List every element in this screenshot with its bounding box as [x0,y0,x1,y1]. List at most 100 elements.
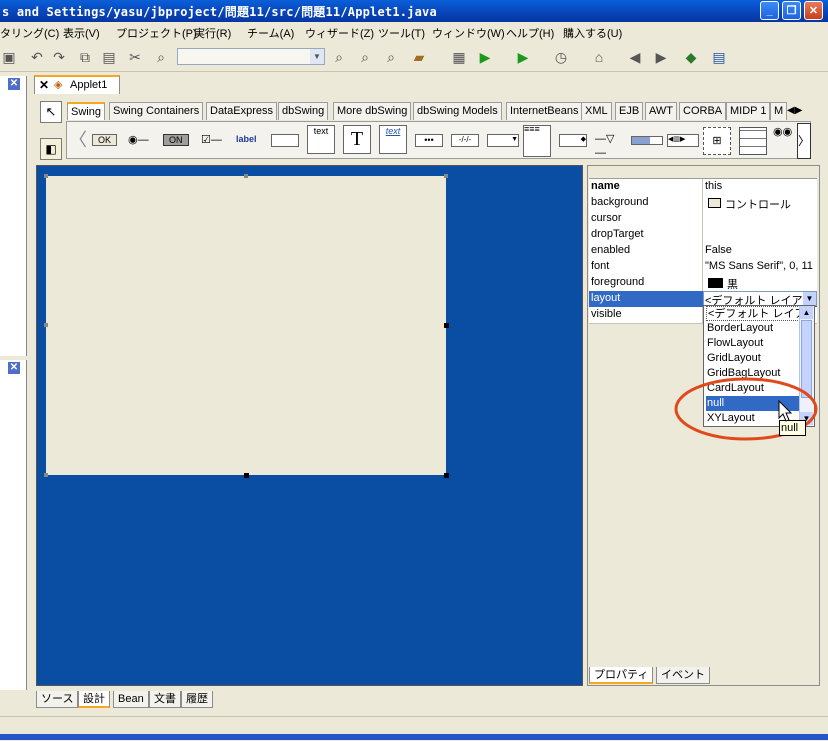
jcheckbox-icon[interactable]: ☑— [201,133,222,146]
search-prev-icon[interactable]: ⌕ [356,48,374,66]
jformattedtextfield-icon[interactable]: -/-/- [451,134,479,147]
resize-handle[interactable] [44,473,48,477]
resize-handle[interactable] [44,323,48,327]
jspinner-icon[interactable]: ◆ [559,134,587,147]
search-next-icon[interactable]: ⌕ [330,48,348,66]
tab-bean[interactable]: Bean [113,691,149,708]
jradio-group-icon[interactable]: ◉◉ [773,126,793,154]
tab-xml[interactable]: XML [581,102,612,120]
jtree-icon[interactable]: ⊞ [703,127,731,155]
jtable-icon[interactable] [739,127,767,155]
resize-handle[interactable] [444,174,448,178]
undo-icon[interactable]: ↶ [28,48,46,66]
menu-run[interactable]: 実行(R) [194,25,231,41]
tab-doc[interactable]: 文書 [149,691,181,708]
search-combo[interactable]: ▼ [177,48,325,65]
prop-value[interactable]: "MS Sans Serif", 0, 11 [705,260,813,272]
jtextpane-icon[interactable]: T [343,125,371,154]
redo-icon[interactable]: ↷ [50,48,68,66]
menu-window[interactable]: ウィンドウ(W) [432,25,505,41]
tab-source[interactable]: ソース [36,691,79,708]
prop-row-font[interactable]: font "MS Sans Serif", 0, 11 [589,259,817,276]
tab-corba[interactable]: CORBA [679,102,727,120]
menu-refactor[interactable]: タリング(C) [0,25,59,41]
resize-handle[interactable] [244,473,249,478]
prop-row-enabled[interactable]: enabled False [589,243,817,260]
menu-tools[interactable]: ツール(T) [378,25,425,41]
bean-chooser-icon[interactable]: ◧ [40,138,62,160]
dropdown-item-borderlayout[interactable]: BorderLayout [706,321,801,336]
jprogressbar-icon[interactable] [631,136,663,145]
dropdown-item-flowlayout[interactable]: FlowLayout [706,336,801,351]
restore-icon[interactable]: ❐ [782,1,801,20]
open-folder-icon[interactable]: ▰ [410,48,428,66]
jslider-icon[interactable]: —▽— [595,132,625,159]
tab-internetbeans[interactable]: InternetBeans [506,102,583,120]
close-icon[interactable]: ✕ [804,1,823,20]
menu-buy[interactable]: 購入する(U) [563,25,622,41]
make-icon[interactable]: ▦ [450,48,468,66]
resize-handle[interactable] [444,473,449,478]
tab-design[interactable]: 設計 [78,691,110,708]
jtogglebutton-icon[interactable]: ON [163,134,189,146]
menu-project[interactable]: プロジェクト(P) [116,25,197,41]
resize-handle[interactable] [444,323,449,328]
jeditorpane-icon[interactable]: text [379,125,407,154]
tab-dbswing[interactable]: dbSwing [278,102,329,120]
tab-history[interactable]: 履歴 [181,691,213,708]
palette-scroll-left-icon[interactable]: 〈 [69,125,87,155]
jlist-icon[interactable]: ≡≡≡ [523,125,551,157]
tab-swing-containers[interactable]: Swing Containers [109,102,204,120]
close-icon[interactable]: ✕ [8,78,20,90]
prop-row-background[interactable]: background コントロール [589,195,817,212]
tab-ejb[interactable]: EJB [615,102,644,120]
chevron-down-icon[interactable]: ▼ [310,49,324,64]
close-icon[interactable]: ✕ [8,362,20,374]
jtextfield-icon[interactable] [271,134,299,147]
applet-panel[interactable] [46,176,446,475]
palette-scroll-right-icon[interactable]: 〉 [797,123,811,159]
jscrollbar-icon[interactable]: ◀▥▶ [667,134,699,147]
jlabel-icon[interactable]: label [236,134,257,144]
tab-events[interactable]: イベント [656,667,710,684]
jradiobutton-icon[interactable]: ◉— [128,133,149,146]
tab-more-dbswing[interactable]: More dbSwing [333,102,412,120]
prop-row-foreground[interactable]: foreground 黒 [589,275,817,292]
tab-more[interactable]: M [770,102,788,120]
resize-handle[interactable] [44,174,48,178]
prop-value[interactable]: this [705,180,722,192]
copy-icon[interactable]: ⧉ [76,48,94,66]
scroll-up-icon[interactable]: ▲ [800,306,813,319]
search-symbol-icon[interactable]: ⌕ [382,48,400,66]
menu-wizard[interactable]: ウィザード(Z) [305,25,374,41]
tab-scroll-arrows-icon[interactable]: ◀▶ [787,104,809,118]
window-list-icon[interactable]: ▤ [710,48,728,66]
prop-row-cursor[interactable]: cursor [589,211,817,228]
minimize-icon[interactable]: _ [760,1,779,20]
find-icon[interactable]: ⌕ [152,48,170,66]
menu-view[interactable]: 表示(V) [63,25,100,41]
pointer-tool-icon[interactable]: ↖ [40,101,62,123]
jtextarea-icon[interactable]: text [307,125,335,154]
tab-midp1[interactable]: MIDP 1 [726,102,771,120]
close-icon[interactable]: ✕ [39,78,49,92]
paste-icon[interactable]: ▤ [100,48,118,66]
jpasswordfield-icon[interactable]: ••• [415,134,443,147]
home-icon[interactable]: ⌂ [590,48,608,66]
tab-swing[interactable]: Swing [67,102,105,120]
tab-properties[interactable]: プロパティ [589,667,654,684]
prop-value[interactable]: コントロール [725,196,791,212]
chevron-down-icon[interactable]: ▼ [803,292,816,305]
prop-value[interactable]: 黒 [727,276,738,292]
cut-icon[interactable]: ✂ [126,48,144,66]
file-tab-applet1[interactable]: ✕ ◈ Applet1 [34,75,120,94]
tab-dataexpress[interactable]: DataExpress [206,102,277,120]
dropdown-item-default[interactable]: <デフォルト レイア [706,306,805,321]
dropdown-item-gridlayout[interactable]: GridLayout [706,351,801,366]
debug-icon[interactable]: ▶ [514,48,532,66]
optimize-icon[interactable]: ◷ [552,48,570,66]
tab-dbswing-models[interactable]: dbSwing Models [413,102,502,120]
book-icon[interactable]: ◆ [682,48,700,66]
back-icon[interactable]: ◀ [626,48,644,66]
menu-team[interactable]: チーム(A) [247,25,294,41]
